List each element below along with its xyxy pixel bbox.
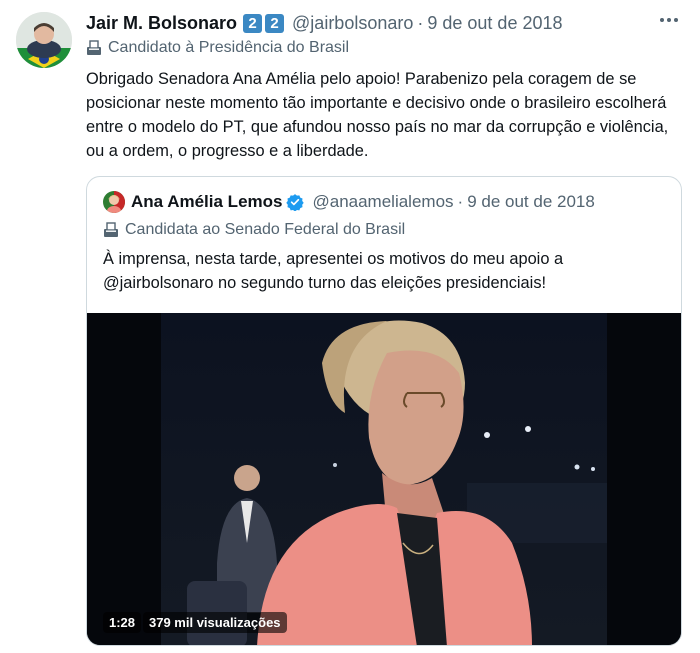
separator-dot: · [417,12,424,33]
quoted-author-handle[interactable]: @anaamelialemos [312,192,453,212]
quoted-avatar-image [103,191,125,213]
quoted-tweet[interactable]: Ana Amélia Lemos @anaamelialemos · 9 de … [86,176,682,646]
quoted-tweet-header: Ana Amélia Lemos @anaamelialemos · 9 de … [103,191,595,213]
flag-badge: 2 [265,13,285,33]
video-frame [87,313,681,645]
more-icon [660,18,678,22]
quoted-tweet-date[interactable]: 9 de out de 2018 [467,192,595,212]
avatar-image [16,12,72,68]
tweet-text: Obrigado Senadora Ana Amélia pelo apoio!… [86,70,669,160]
author-name[interactable]: Jair M. Bolsonaro [86,13,237,34]
more-icon[interactable] [658,9,680,37]
tweet-card[interactable]: Jair M. Bolsonaro 2 2 @jairbolsonaro · 9… [0,0,700,653]
author-avatar[interactable] [16,12,72,68]
tweet-header: Jair M. Bolsonaro 2 2 @jairbolsonaro · 9… [86,11,563,35]
quoted-author-name[interactable]: Ana Amélia Lemos [131,192,282,212]
separator-dot: · [457,192,464,211]
quoted-tweet-text: À imprensa, nesta tarde, apresentei os m… [103,250,564,292]
quoted-candidate-label-text: Candidata ao Senado Federal do Brasil [125,221,406,238]
video-views: 379 mil visualizações [143,612,287,633]
verified-badge-icon [286,194,305,211]
flag-badge: 2 [243,13,263,33]
tweet-date[interactable]: 9 de out de 2018 [427,13,562,34]
candidate-label-text: Candidato à Presidência do Brasil [108,39,350,56]
quoted-candidate-label: Candidata ao Senado Federal do Brasil [103,221,405,239]
quoted-author-avatar[interactable] [103,191,125,213]
candidate-label: Candidato à Presidência do Brasil [86,39,349,57]
ballot-box-icon [104,222,118,237]
author-handle[interactable]: @jairbolsonaro [292,13,413,34]
video-player[interactable]: 1:28 379 mil visualizações [87,313,681,645]
ballot-box-icon [87,40,101,55]
video-duration: 1:28 [103,612,142,633]
